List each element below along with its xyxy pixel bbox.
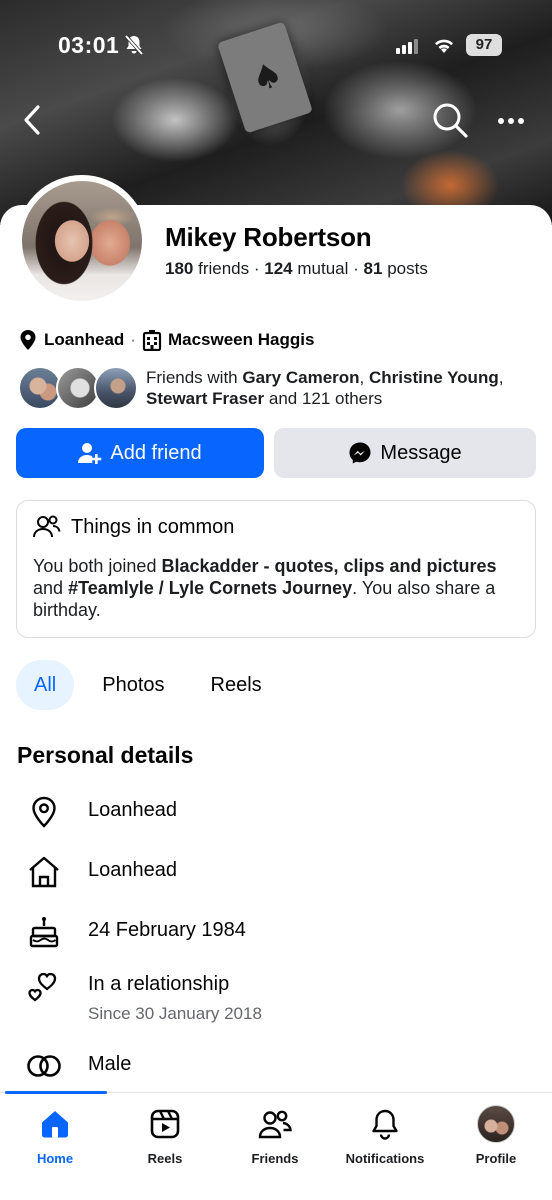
gender: Male <box>88 1053 132 1075</box>
posts-count: 81 <box>363 259 383 278</box>
nav-friends[interactable]: Friends <box>220 1105 330 1166</box>
location-pin-icon <box>20 330 36 350</box>
more-icon <box>498 118 524 124</box>
nav-profile[interactable]: Profile <box>441 1105 551 1166</box>
current-city: Loanhead <box>88 799 177 821</box>
message-button[interactable]: Message <box>274 428 536 478</box>
mutual-friends-row[interactable]: Friends with Gary Cameron, Christine You… <box>18 364 538 414</box>
more-options-button[interactable] <box>494 106 528 136</box>
personal-details-title: Personal details <box>17 742 194 768</box>
things-in-common-card: Things in common You both joined Blackad… <box>16 500 536 638</box>
friends-count: 180 <box>165 259 194 278</box>
bottom-navigation: Home Reels Friends Notifications Profile <box>0 1091 552 1200</box>
battery-indicator: 97 <box>466 34 502 56</box>
home-icon <box>42 1111 68 1138</box>
add-friend-button[interactable]: Add friend <box>16 428 264 478</box>
status-time: 03:01 <box>58 32 120 58</box>
intro-location: Loanhead <box>44 330 125 349</box>
tab-photos[interactable]: Photos <box>84 660 182 710</box>
workplace-icon <box>142 330 162 351</box>
intro-row: Loanhead · Macsween Haggis <box>18 328 314 352</box>
nav-home-label: Home <box>36 1151 74 1166</box>
relationship-status: In a relationship <box>88 973 230 995</box>
nav-reels[interactable]: Reels <box>110 1105 220 1166</box>
nav-profile-label: Profile <box>475 1151 517 1166</box>
mutual-label: mutual <box>297 259 349 278</box>
friends-icon <box>258 1110 292 1139</box>
people-icon <box>33 515 61 538</box>
nav-profile-avatar <box>477 1105 515 1143</box>
location-pin-outline-icon <box>32 796 56 828</box>
group-link[interactable]: Blackadder - quotes, clips and pictures <box>161 556 496 576</box>
nav-reels-label: Reels <box>147 1151 183 1166</box>
birthday: 24 February 1984 <box>88 919 246 941</box>
search-button[interactable] <box>430 100 470 140</box>
detail-current-city: Loanhead <box>0 786 552 836</box>
nav-friends-label: Friends <box>251 1151 299 1166</box>
mutual-friend-avatar[interactable] <box>94 366 138 410</box>
add-friend-icon <box>78 443 102 464</box>
profile-tabs: All Photos Reels <box>16 660 290 710</box>
profile-name: Mikey Robertson <box>165 222 372 252</box>
messenger-icon <box>349 442 371 464</box>
search-icon <box>433 103 468 138</box>
back-icon <box>24 105 40 135</box>
friends-label: friends <box>198 259 250 278</box>
detail-gender: Male <box>0 1040 552 1090</box>
detail-birthday: 24 February 1984 <box>0 906 552 956</box>
active-tab-indicator <box>5 1091 107 1094</box>
group-link[interactable]: #Teamlyle / Lyle Cornets Journey <box>68 578 352 598</box>
things-in-common-title: Things in common <box>71 515 235 538</box>
relationship-since: Since 30 January 2018 <box>88 1004 262 1023</box>
nav-notifications[interactable]: Notifications <box>330 1105 440 1166</box>
detail-relationship: In a relationship Since 30 January 2018 <box>0 960 552 1023</box>
message-label: Message <box>380 441 462 464</box>
profile-stats: 180 friends · 124 mutual · 81 posts <box>165 259 428 278</box>
detail-hometown: Loanhead <box>0 846 552 896</box>
gender-icon <box>27 1055 61 1077</box>
posts-label: posts <box>387 259 428 278</box>
nav-notifications-label: Notifications <box>345 1151 425 1166</box>
intro-workplace: Macsween Haggis <box>167 330 315 349</box>
reels-icon <box>150 1109 180 1139</box>
cake-icon <box>29 917 59 948</box>
hearts-icon <box>28 972 57 1002</box>
back-button[interactable] <box>18 102 48 138</box>
add-friend-label: Add friend <box>110 441 202 464</box>
wifi-icon <box>432 35 456 60</box>
status-bar: 03:01 97 <box>0 28 552 64</box>
tab-all[interactable]: All <box>16 660 75 710</box>
hometown: Loanhead <box>88 859 177 881</box>
home-outline-icon <box>29 856 59 888</box>
bell-icon <box>372 1109 398 1140</box>
silent-bell-icon <box>124 34 144 61</box>
nav-home[interactable]: Home <box>0 1105 110 1166</box>
mutual-count: 124 <box>264 259 293 278</box>
mutual-friends-text: Friends with Gary Cameron, Christine You… <box>146 368 504 408</box>
things-in-common-text: You both joined Blackadder - quotes, cli… <box>33 556 497 620</box>
profile-avatar[interactable] <box>16 175 148 307</box>
signal-icon <box>396 38 420 59</box>
tab-reels[interactable]: Reels <box>193 660 280 710</box>
